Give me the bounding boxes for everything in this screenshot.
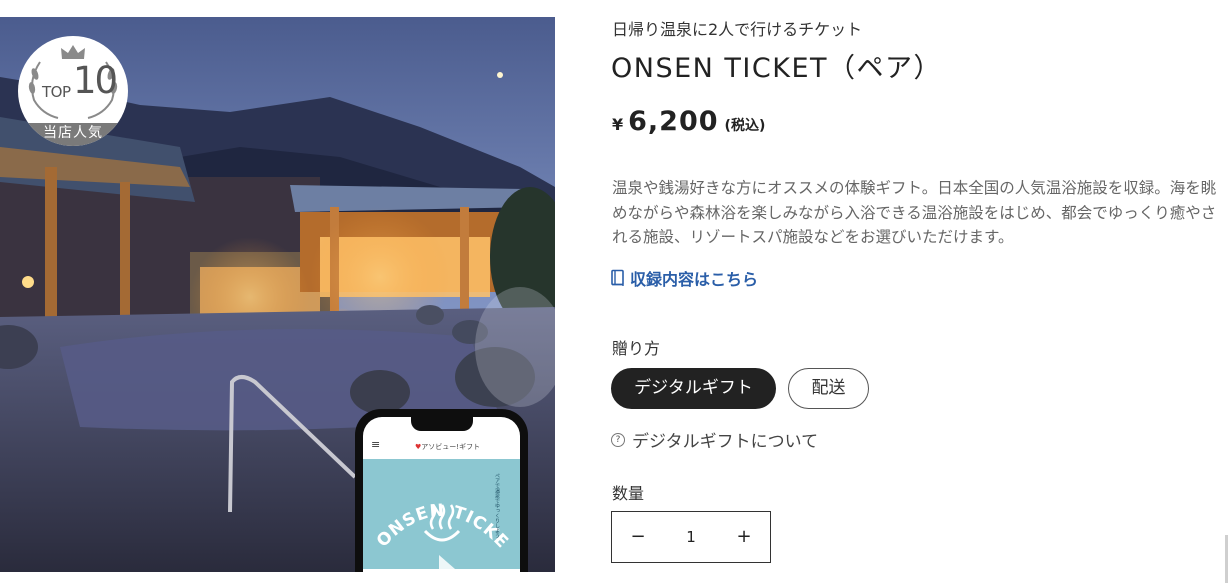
product-description: 温泉や銭湯好きな方にオススメの体験ギフト。日本全国の人気温浴施設を収録。海を眺め…	[612, 179, 1217, 246]
quantity-input[interactable]	[664, 527, 718, 547]
about-digital-gift-label: デジタルギフトについて	[632, 432, 819, 452]
contents-link[interactable]: 収録内容はこちら	[610, 266, 758, 290]
phone-mockup: ≡ ♥アソビュー!ギフト ONSEN TICKET ペアで温泉でゆっくりしよう	[355, 409, 528, 572]
currency-symbol: ¥	[612, 115, 624, 134]
price-amount: 6,200	[628, 106, 719, 137]
shipping-option[interactable]: 配送	[788, 368, 869, 409]
book-icon	[611, 269, 624, 286]
hamburger-icon: ≡	[371, 438, 381, 451]
phone-screen: ≡ ♥アソビュー!ギフト ONSEN TICKET ペアで温泉でゆっくりしよう	[363, 417, 520, 572]
badge-rank: 10	[73, 59, 118, 102]
help-icon: ?	[611, 432, 625, 447]
quantity-increase-button[interactable]: +	[718, 512, 770, 562]
ticket-side-text: ペアで温泉でゆっくりしよう	[494, 473, 500, 539]
phone-notch	[411, 417, 473, 431]
quantity-label: 数量	[612, 484, 645, 503]
ticket-art: ONSEN TICKET ペアで温泉でゆっくりしよう	[363, 459, 511, 569]
badge-top-label: TOP	[42, 83, 71, 101]
digital-gift-option[interactable]: デジタルギフト	[611, 368, 776, 409]
quantity-stepper: − +	[611, 511, 771, 563]
tax-note: (税込)	[724, 118, 766, 134]
product-title: ONSEN TICKET（ペア）	[611, 53, 942, 84]
quantity-decrease-button[interactable]: −	[612, 512, 664, 562]
product-subtitle: 日帰り温泉に2人で行けるチケット	[612, 20, 863, 39]
product-price: ¥6,200 (税込)	[612, 106, 765, 137]
phone-brand: ♥アソビュー!ギフト	[415, 443, 481, 451]
top10-badge: TOP 10 当店人気	[18, 36, 128, 146]
about-digital-gift-link[interactable]: ? デジタルギフトについて	[611, 427, 818, 452]
ticket-card: ONSEN TICKET ペアで温泉でゆっくりしよう	[363, 459, 520, 569]
badge-caption: 当店人気	[18, 123, 128, 146]
delivery-label: 贈り方	[612, 339, 661, 358]
contents-link-label: 収録内容はこちら	[630, 270, 759, 289]
product-image: TOP 10 当店人気 ≡ ♥アソビュー!ギフト ONSEN TICKET ペア…	[0, 17, 555, 572]
